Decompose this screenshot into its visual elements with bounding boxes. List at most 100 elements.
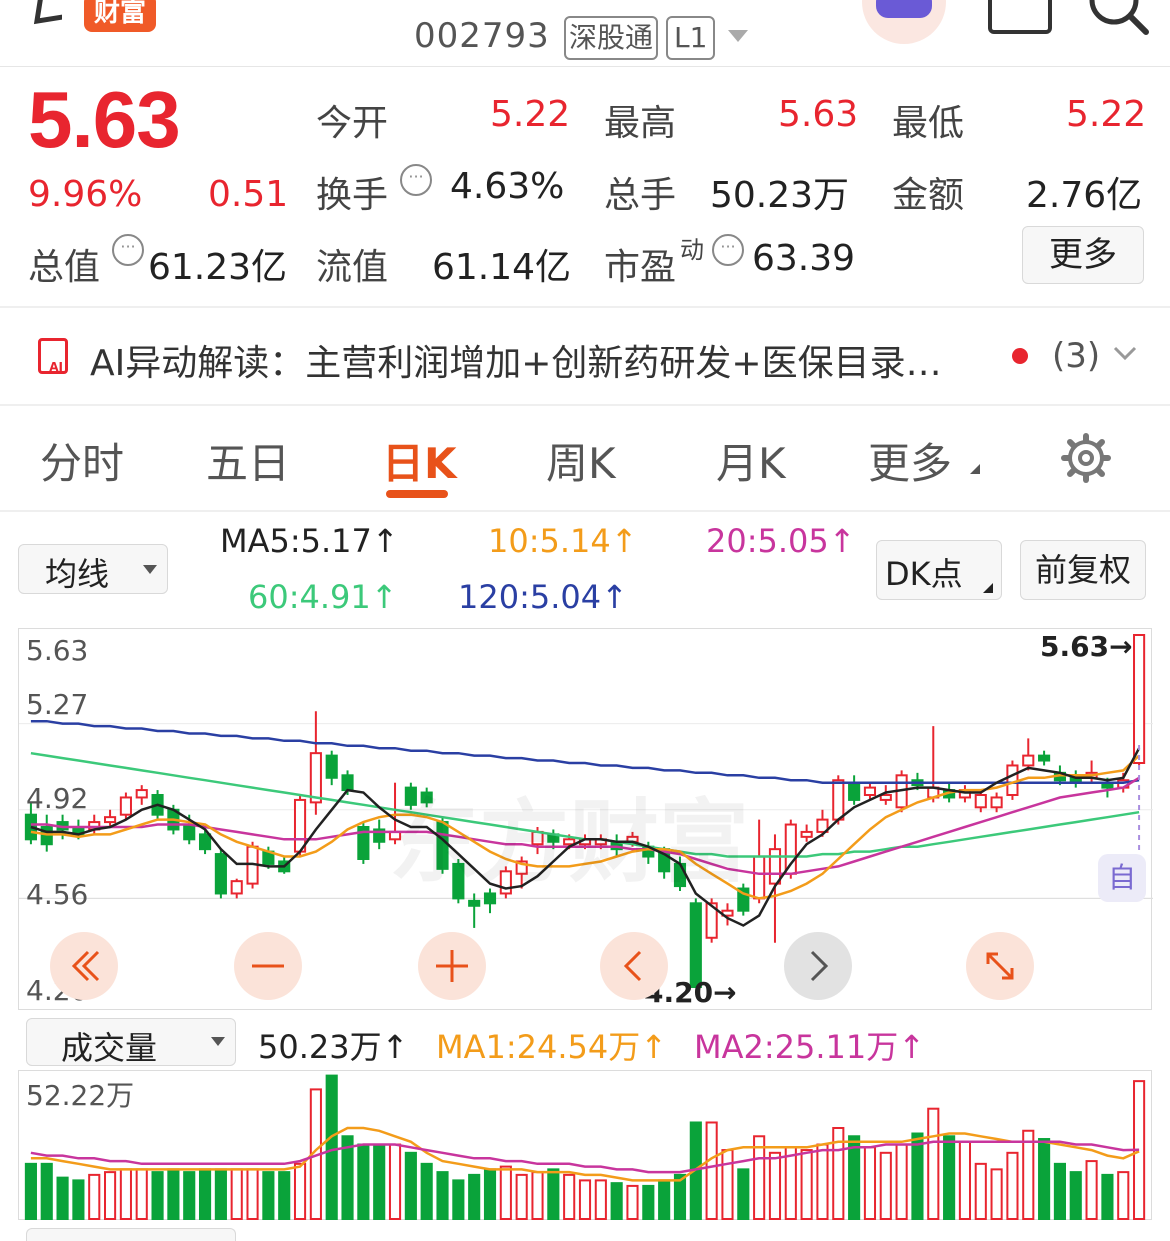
candle-body [768, 848, 782, 885]
market-cap-value: 61.23亿 [148, 247, 288, 288]
candle [753, 819, 766, 904]
volume-bar [642, 1184, 655, 1221]
settings-gear-icon[interactable] [1060, 432, 1112, 484]
ma-selector[interactable]: 均线 [18, 544, 168, 594]
volume-bar [1038, 1138, 1051, 1220]
tab-more[interactable]: 更多 [868, 430, 952, 491]
candle-body [832, 779, 845, 821]
auto-scale-button[interactable]: 自 [1098, 854, 1146, 902]
rewind-button[interactable] [50, 932, 118, 1000]
volume-bar [230, 1168, 243, 1220]
volume-bar [104, 1171, 117, 1220]
ma60-value: 60:4.91↑ [248, 578, 398, 616]
candle-body [214, 853, 227, 895]
zoom-in-button[interactable] [418, 932, 486, 1000]
volume-bar [119, 1168, 132, 1220]
share-icon[interactable] [988, 0, 1052, 34]
chevron-down-icon[interactable] [728, 30, 748, 42]
volume-bar [547, 1168, 560, 1220]
volume-bar [88, 1173, 101, 1220]
volume-svg [24, 1074, 1146, 1221]
candle [325, 750, 338, 786]
ma-selector-label: 均线 [45, 555, 110, 593]
next-button[interactable] [784, 932, 852, 1000]
volume-bar [278, 1171, 291, 1220]
volume-bar [40, 1162, 53, 1220]
candle-body [848, 781, 861, 801]
volume-bar [1101, 1173, 1114, 1220]
volume-bar [943, 1135, 956, 1220]
tab-weekly-k[interactable]: 周K [546, 430, 616, 491]
chevron-down-icon[interactable] [1112, 340, 1137, 362]
dk-points-button[interactable]: DK点 [876, 540, 1002, 600]
volume-bar [24, 1162, 37, 1220]
triangle-icon [983, 583, 993, 593]
indicator-selector[interactable]: 成交量 [26, 1018, 236, 1067]
search-icon[interactable] [1088, 0, 1149, 36]
dk-points-label: DK点 [885, 555, 963, 593]
candle-body [104, 816, 117, 824]
ma120-value: 120:5.04↑ [458, 578, 628, 616]
volume-bar [420, 1162, 433, 1220]
unread-dot [1012, 348, 1028, 364]
turnover-value: 4.63% [450, 166, 565, 207]
candle-body [325, 754, 338, 779]
assistant-avatar[interactable] [862, 0, 946, 44]
volume-bar [753, 1135, 766, 1220]
volume-bar [56, 1176, 69, 1220]
candle-body [753, 855, 766, 900]
info-icon[interactable]: ··· [112, 234, 144, 266]
volume-bar [531, 1171, 544, 1220]
volume-bar [483, 1168, 497, 1220]
volume-bar [578, 1179, 592, 1221]
candle-body [198, 833, 212, 851]
low-value: 5.22 [1066, 94, 1147, 135]
tab-five-day[interactable]: 五日 [206, 430, 290, 491]
volume-bar [198, 1168, 212, 1220]
fullscreen-button[interactable] [966, 932, 1034, 1000]
stock-code: 002793 [414, 16, 550, 56]
float-cap-value: 61.14亿 [432, 247, 572, 288]
tab-monthly-k[interactable]: 月K [716, 430, 786, 491]
open-label: 今开 [316, 103, 389, 144]
candle [119, 792, 132, 820]
volume-label: 总手 [604, 175, 677, 216]
adjust-price-button[interactable]: 前复权 [1020, 540, 1146, 600]
dropdown-triangle-icon [211, 1037, 225, 1046]
volume-ma2: MA2:25.11万↑ [694, 1028, 926, 1066]
candle [135, 785, 148, 805]
more-quote-button[interactable]: 更多 [1022, 226, 1144, 284]
float-cap-label: 流值 [316, 247, 389, 288]
volume-bar [468, 1173, 481, 1220]
volume-bar [911, 1132, 924, 1220]
volume-bar [721, 1149, 734, 1220]
ai-count: (3) [1052, 336, 1101, 376]
tab-intraday[interactable]: 分时 [40, 430, 124, 491]
volume-chart[interactable] [18, 1070, 1152, 1221]
candle [357, 822, 370, 864]
volume-bar [594, 1179, 607, 1221]
candle-body [990, 796, 1003, 809]
candle [927, 726, 940, 803]
candle [848, 775, 861, 805]
volume-bar [658, 1179, 671, 1221]
tab-daily-k[interactable]: 日K [382, 430, 457, 491]
volume-bar [958, 1140, 972, 1220]
candle-body [1006, 764, 1019, 796]
candle-body [800, 830, 813, 838]
amount-value: 2.76亿 [1026, 175, 1143, 216]
market-cap-label: 总值 [28, 247, 101, 288]
info-icon[interactable]: ··· [712, 234, 744, 266]
info-icon[interactable]: ··· [400, 164, 432, 196]
price-axis-label: 5.27 [26, 688, 89, 721]
previous-button[interactable] [600, 932, 668, 1000]
watermark-text: 东方财富 [389, 790, 749, 895]
volume-bar [1053, 1162, 1066, 1220]
back-icon[interactable] [22, 0, 67, 32]
ai-insight-text[interactable]: AI异动解读：主营利润增加+创新药研发+医保目录… [90, 334, 942, 386]
volume-bar [293, 1162, 307, 1220]
candle-body [183, 823, 196, 841]
zoom-out-button[interactable] [234, 932, 302, 1000]
volume-bar [816, 1143, 829, 1220]
volume-bar [705, 1121, 718, 1221]
